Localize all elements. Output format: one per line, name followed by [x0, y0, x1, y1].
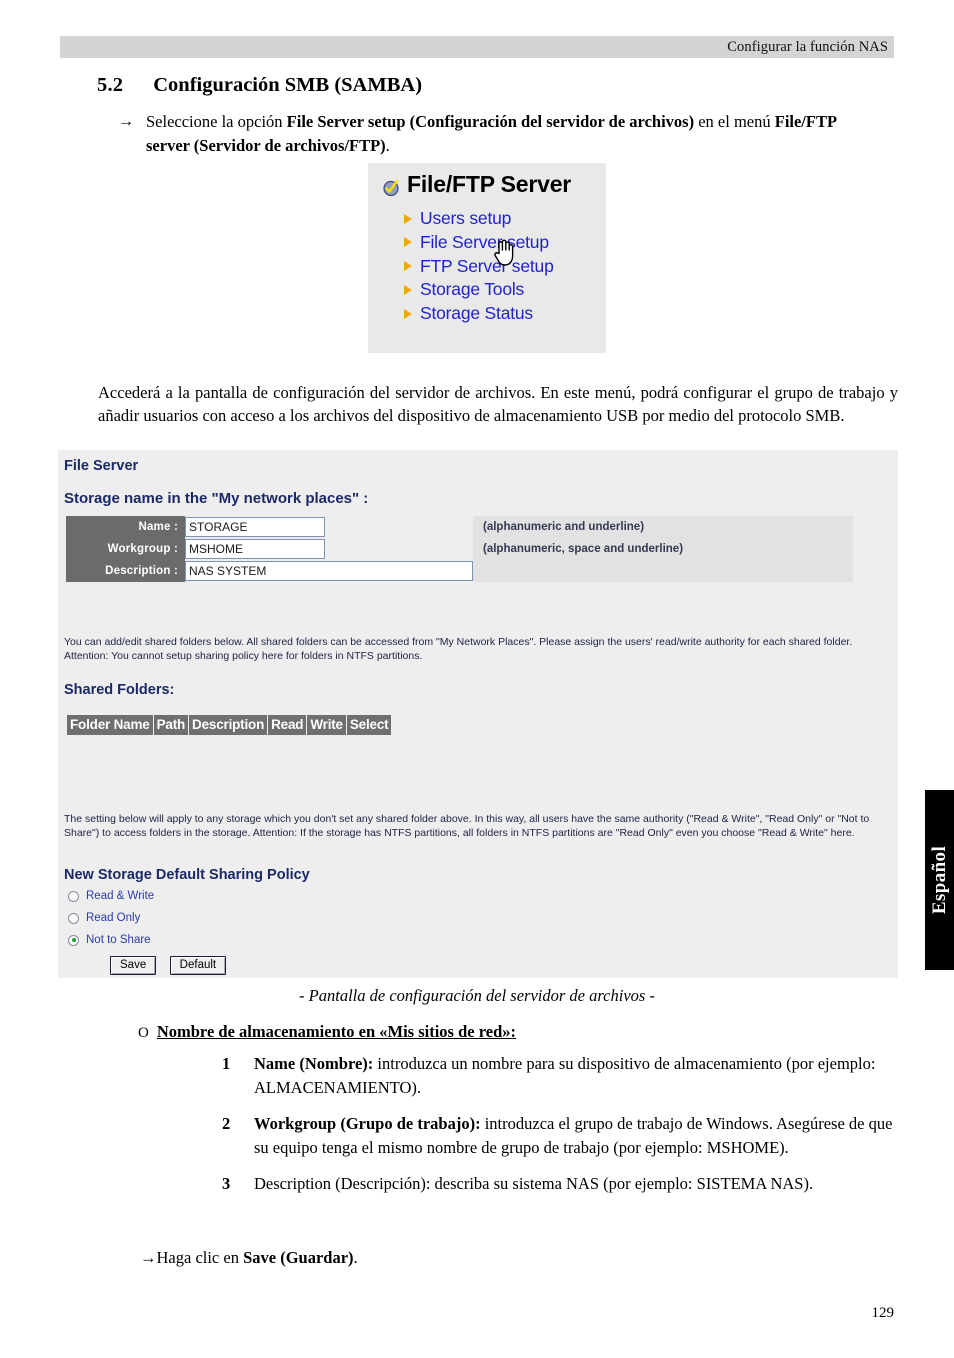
triangle-bullet-icon — [404, 237, 412, 248]
radio-button-icon[interactable] — [68, 890, 79, 902]
menu-item-label: File Server setup — [420, 231, 549, 252]
workgroup-label: Workgroup : — [66, 538, 185, 560]
description-hint — [473, 560, 853, 582]
intro-bold-1: File Server setup (Configuración del ser… — [286, 112, 695, 131]
numbered-instruction-list: 1 Name (Nombre): introduzca un nombre par… — [222, 1052, 898, 1208]
intro-text-2: en el menú — [694, 112, 775, 131]
storage-name-form: Name : (alphanumeric and underline) Work… — [66, 516, 853, 582]
form-row-workgroup: Workgroup : (alphanumeric, space and und… — [66, 538, 853, 560]
intro-text-1: Seleccione la opción — [146, 112, 287, 131]
list-item-number: 1 — [222, 1054, 231, 1073]
file-ftp-server-menu-screenshot: File/FTP Server Users setup File Server … — [368, 163, 606, 353]
column-header-write: Write — [307, 715, 346, 735]
policy-default-button[interactable]: Default — [169, 956, 227, 976]
menu-item-label: Storage Tools — [420, 279, 525, 300]
list-item-bold: Name (Nombre): — [254, 1054, 374, 1073]
menu-item-label: FTP Server setup — [420, 255, 554, 276]
form-row-name: Name : (alphanumeric and underline) — [66, 516, 853, 538]
menu-item-ftp-server-setup[interactable]: FTP Server setup — [404, 255, 554, 276]
subsection-heading-text: Nombre de almacenamiento en «Mis sitios … — [156, 1022, 516, 1041]
file-server-heading: File Server — [64, 458, 139, 474]
policy-save-button[interactable]: Save — [110, 956, 157, 976]
list-item: 3 Description (Descripción): describa su … — [222, 1172, 898, 1196]
radio-not-to-share[interactable]: Not to Share — [68, 934, 154, 946]
menu-title-text: File/FTP Server — [407, 171, 572, 197]
final-instruction-text: Haga clic en — [156, 1248, 244, 1267]
arrow-marker-icon: → — [140, 1248, 157, 1267]
intro-instruction-body: Seleccione la opción File Server setup (… — [146, 110, 878, 159]
workgroup-input[interactable] — [185, 539, 325, 559]
page-running-header: Configurar la función NAS — [60, 36, 894, 58]
list-item-text: Description (Descripción): describa su s… — [254, 1173, 814, 1193]
final-instruction-bold: Save (Guardar) — [243, 1248, 354, 1267]
column-header-description: Description — [189, 715, 268, 735]
radio-label: Read & Write — [86, 890, 155, 902]
column-header-select: Select — [346, 715, 392, 735]
language-side-tab-label: Español — [928, 845, 950, 915]
file-server-config-screenshot: File Server Storage name in the "My netw… — [58, 450, 898, 978]
subsection-heading: O Nombre de almacenamiento en «Mis sitio… — [138, 1022, 516, 1042]
menu-item-file-server-setup[interactable]: File Server setup — [404, 231, 554, 252]
radio-read-only[interactable]: Read Only — [68, 912, 154, 924]
section-title: Configuración SMB (SAMBA) — [153, 74, 423, 96]
radio-read-write[interactable]: Read & Write — [68, 890, 154, 902]
radio-label: Read Only — [86, 912, 141, 924]
list-item-number: 3 — [222, 1173, 231, 1193]
description-label: Description : — [66, 560, 185, 582]
sharing-policy-button-row: Save Default — [110, 955, 235, 976]
column-header-folder-name: Folder Name — [67, 715, 153, 735]
storage-name-heading: Storage name in the "My network places" … — [64, 490, 369, 507]
sharing-policy-heading: New Storage Default Sharing Policy — [64, 867, 310, 883]
page-title: 5.2 Configuración SMB (SAMBA) — [97, 74, 422, 97]
triangle-bullet-icon — [404, 284, 412, 295]
workgroup-input-cell — [185, 538, 473, 560]
list-item: 1 Name (Nombre): introduzca un nombre par… — [222, 1052, 898, 1100]
menu-item-list: Users setup File Server setup FTP Server… — [404, 208, 554, 323]
name-input[interactable] — [185, 517, 325, 537]
triangle-bullet-icon — [404, 213, 412, 224]
figure-caption: - Pantalla de configuración del servidor… — [299, 986, 655, 1005]
intro-instruction: → Seleccione la opción File Server setup… — [118, 110, 878, 159]
menu-title: File/FTP Server — [382, 171, 571, 198]
triangle-bullet-icon — [404, 308, 412, 319]
shared-folders-table: Folder Name Path Description Read Write … — [66, 715, 392, 735]
list-item: 2 Workgroup (Grupo de trabajo): introduzc… — [222, 1112, 898, 1160]
menu-item-users-setup[interactable]: Users setup — [404, 208, 554, 228]
sharing-policy-radio-group: Read & Write Read Only Not to Share — [68, 890, 154, 946]
triangle-bullet-icon — [404, 261, 412, 272]
sharing-policy-help-text: The setting below will apply to any stor… — [64, 813, 870, 839]
name-hint: (alphanumeric and underline) — [473, 516, 853, 538]
list-item-number: 2 — [222, 1113, 231, 1133]
column-header-path: Path — [153, 715, 189, 735]
radio-label: Not to Share — [86, 934, 151, 946]
workgroup-hint: (alphanumeric, space and underline) — [473, 538, 853, 560]
name-label: Name : — [66, 516, 185, 538]
shared-folders-help-text: You can add/edit shared folders below. A… — [64, 636, 853, 662]
menu-item-label: Storage Status — [420, 303, 533, 323]
body-paragraph: Accederá a la pantalla de configuración … — [98, 382, 898, 426]
intro-text-3: . — [385, 136, 390, 156]
check-circle-icon — [382, 176, 400, 196]
circle-bullet-icon: O — [138, 1025, 149, 1041]
table-header-row: Folder Name Path Description Read Write … — [67, 715, 392, 735]
description-input-cell — [185, 560, 473, 582]
menu-item-storage-status[interactable]: Storage Status — [404, 303, 554, 323]
radio-button-icon[interactable] — [68, 912, 79, 924]
running-head-text: Configurar la función NAS — [727, 38, 888, 55]
menu-item-label: Users setup — [420, 208, 512, 228]
final-instruction: →Haga clic en Save (Guardar). — [140, 1248, 358, 1268]
description-input[interactable] — [185, 561, 473, 581]
list-item-bold: Workgroup (Grupo de trabajo): — [254, 1113, 481, 1133]
final-instruction-suffix: . — [353, 1248, 358, 1267]
shared-folders-heading: Shared Folders: — [64, 682, 175, 698]
menu-item-storage-tools[interactable]: Storage Tools — [404, 279, 554, 300]
language-side-tab: Español — [925, 790, 954, 970]
form-row-description: Description : — [66, 560, 853, 582]
arrow-marker-icon: → — [118, 113, 134, 130]
name-input-cell — [185, 516, 473, 538]
radio-button-selected-icon[interactable] — [68, 934, 79, 946]
section-number: 5.2 — [97, 74, 124, 96]
column-header-read: Read — [268, 715, 307, 735]
page-number: 129 — [871, 1305, 895, 1321]
